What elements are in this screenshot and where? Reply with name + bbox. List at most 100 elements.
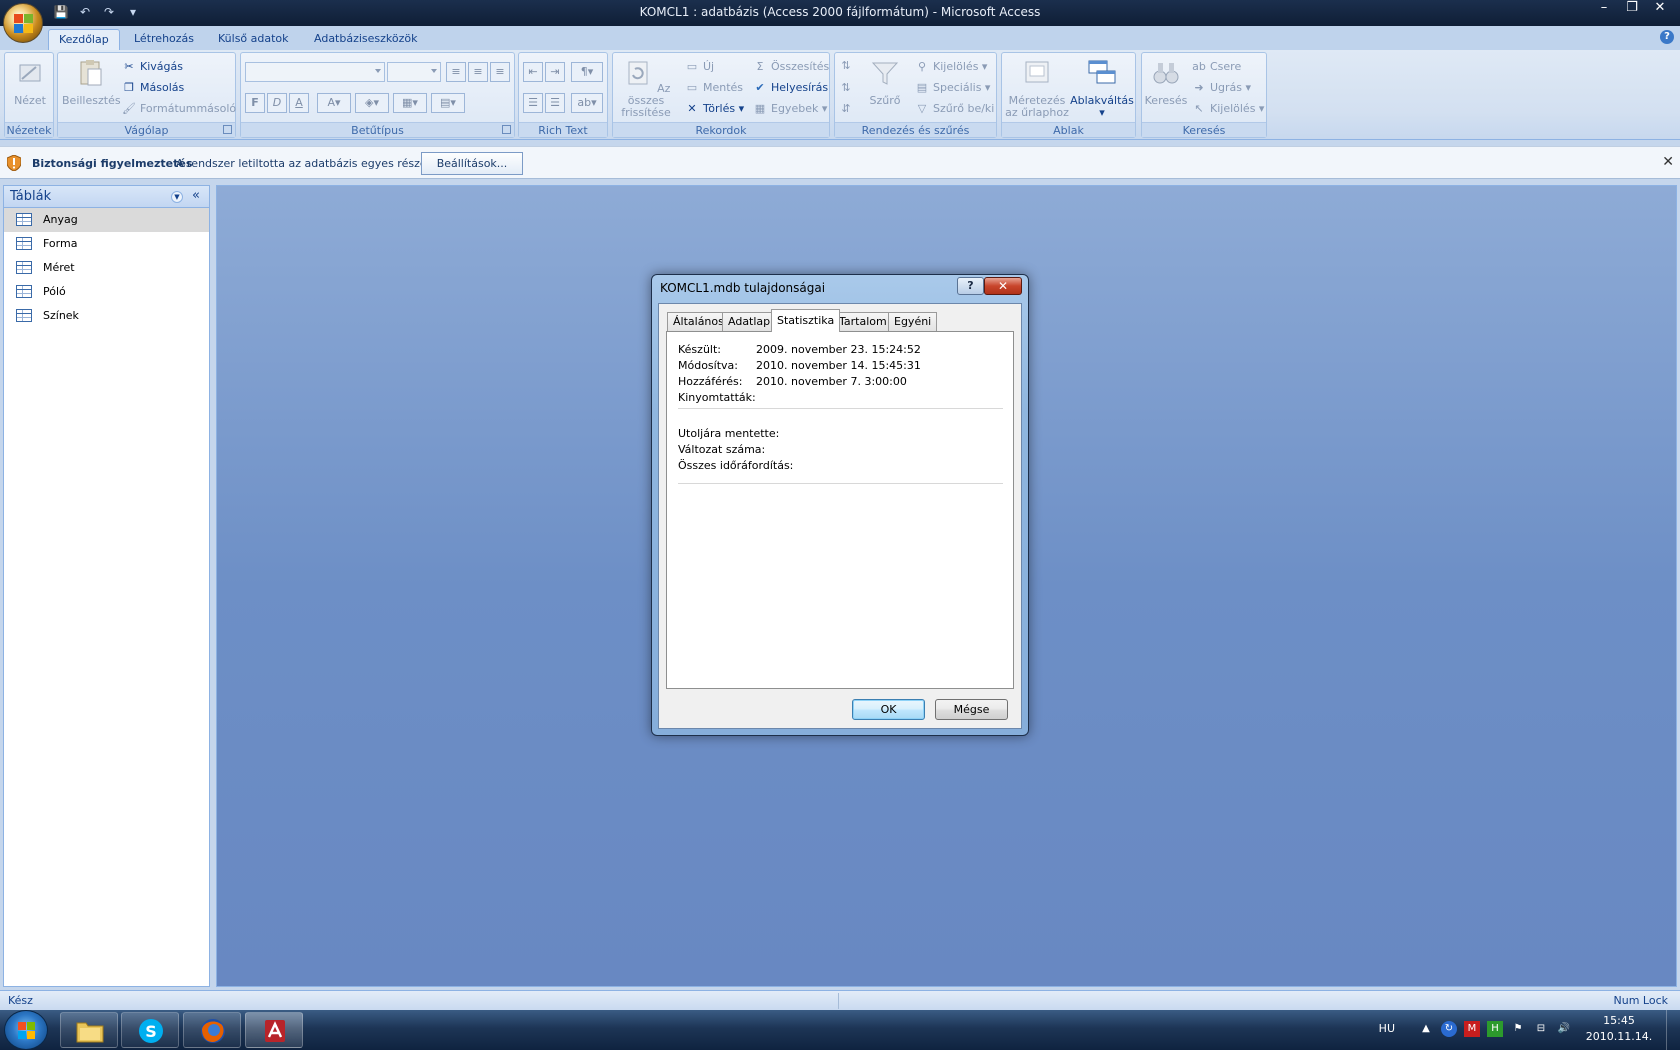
stat-row-modified: Módosítva: 2010. november 14. 15:45:31 [678, 359, 921, 372]
dialog-launcher-icon[interactable] [502, 125, 511, 134]
security-warning-title: Biztonsági figyelmeztetés [32, 157, 193, 170]
more-button[interactable]: ▦ Egyebek ▾ [753, 100, 828, 118]
replace-button[interactable]: ab Csere [1192, 58, 1241, 76]
tray-app-icon[interactable]: H [1487, 1021, 1503, 1037]
help-button[interactable]: ? [957, 277, 984, 295]
dialog-launcher-icon[interactable] [223, 125, 232, 134]
close-button[interactable]: ✕ [1646, 0, 1674, 18]
options-button[interactable]: Beállítások... [421, 152, 523, 175]
delete-button[interactable]: ✕ Törlés ▾ [685, 100, 744, 118]
cancel-button[interactable]: Mégse [935, 699, 1008, 720]
stat-row-revision: Változat száma: [678, 443, 766, 456]
ok-button[interactable]: OK [852, 699, 925, 720]
start-button[interactable] [4, 1010, 48, 1050]
undo-icon[interactable]: ↶ [76, 4, 94, 20]
action-center-flag-icon[interactable]: ⚑ [1510, 1021, 1526, 1037]
goto-button[interactable]: ➜ Ugrás ▾ [1192, 79, 1251, 97]
underline-button[interactable]: A [289, 93, 309, 113]
numbering-icon[interactable]: ☰ [523, 93, 543, 113]
language-indicator[interactable]: HU [1379, 1022, 1395, 1035]
select-button[interactable]: ↖ Kijelölés ▾ [1192, 100, 1264, 118]
selection-icon: ⚲ [917, 60, 927, 73]
font-name-combo[interactable] [245, 62, 385, 82]
tab-kulso-adatok[interactable]: Külső adatok [208, 29, 299, 50]
save-record-button[interactable]: ▭ Mentés [685, 79, 743, 97]
nav-item-polo[interactable]: Póló [4, 280, 209, 304]
clear-sort-icon[interactable]: ⇵ [839, 100, 857, 118]
close-message-bar-icon[interactable]: ✕ [1662, 154, 1674, 170]
paste-button[interactable]: Beillesztés [62, 57, 121, 107]
copy-button[interactable]: ❐ Másolás [122, 79, 184, 97]
alt-row-color-icon[interactable]: ▤▾ [431, 93, 465, 113]
format-painter-button[interactable]: 🖌 Formátummásoló [122, 100, 236, 118]
clock[interactable]: 15:45 2010.11.14. [1584, 1013, 1654, 1045]
taskbar-access[interactable] [245, 1012, 303, 1048]
paragraph-icon[interactable]: ¶▾ [571, 62, 603, 82]
highlight-icon[interactable]: ab▾ [571, 93, 603, 113]
bold-button[interactable]: F [245, 93, 265, 113]
show-desktop-button[interactable] [1666, 1010, 1680, 1050]
customize-qat-icon[interactable]: ▾ [124, 4, 142, 20]
restore-button[interactable]: ❐ [1618, 0, 1646, 18]
taskbar-skype[interactable]: S [121, 1012, 179, 1048]
advanced-button[interactable]: ▤ Speciális ▾ [915, 79, 991, 97]
show-hidden-icons-icon[interactable]: ▲ [1418, 1021, 1434, 1037]
nav-item-anyag[interactable]: Anyag [4, 208, 209, 232]
collapse-pane-icon[interactable]: « [187, 188, 205, 206]
antivirus-icon[interactable]: M [1464, 1021, 1480, 1037]
gridlines-icon[interactable]: ▦▾ [393, 93, 427, 113]
new-record-button[interactable]: ▭ Új [685, 58, 714, 76]
align-left-icon[interactable]: ≡ [446, 62, 466, 82]
nav-item-forma[interactable]: Forma [4, 232, 209, 256]
update-icon[interactable]: ↻ [1441, 1021, 1457, 1037]
dialog-close-button[interactable]: ✕ [984, 277, 1022, 295]
selection-button[interactable]: ⚲ Kijelölés ▾ [915, 58, 988, 76]
increase-indent-icon[interactable]: ⇥ [545, 62, 565, 82]
refresh-all-button[interactable]: Az összes frissítése [615, 57, 677, 119]
nav-item-szinek[interactable]: Színek [4, 304, 209, 328]
view-button[interactable]: Nézet [11, 57, 49, 107]
cut-button[interactable]: ✂ Kivágás [122, 58, 183, 76]
group-label: Rendezés és szűrés [835, 122, 996, 137]
toggle-filter-button[interactable]: ▽ Szűrő be/ki [915, 100, 995, 118]
volume-icon[interactable]: 🔊 [1556, 1021, 1572, 1037]
tab-kezdolap[interactable]: Kezdőlap [48, 29, 120, 50]
taskbar-firefox[interactable] [183, 1012, 241, 1048]
network-icon[interactable]: ⊟ [1533, 1021, 1549, 1037]
nav-item-meret[interactable]: Méret [4, 256, 209, 280]
align-right-icon[interactable]: ≡ [490, 62, 510, 82]
align-center-icon[interactable]: ≡ [468, 62, 488, 82]
help-icon[interactable]: ? [1660, 30, 1674, 44]
new-record-icon: ▭ [686, 60, 698, 73]
size-to-fit-button[interactable]: Méretezés az űrlaphoz [1004, 57, 1070, 119]
chevron-down-icon[interactable]: ▼ [171, 191, 183, 203]
tab-letrehozas[interactable]: Létrehozás [124, 29, 204, 50]
sort-desc-icon[interactable]: ⇅ [839, 79, 857, 97]
minimize-button[interactable]: – [1590, 0, 1618, 18]
decrease-indent-icon[interactable]: ⇤ [523, 62, 543, 82]
office-button[interactable] [3, 3, 43, 43]
taskbar-explorer[interactable] [60, 1012, 118, 1048]
totals-button[interactable]: Σ Összesítés [753, 58, 830, 76]
find-button[interactable]: Keresés [1144, 57, 1188, 107]
filter-button[interactable]: Szűrő [865, 57, 905, 107]
tab-statisztika[interactable]: Statisztika [771, 309, 841, 332]
tab-adatbazis-eszkozok[interactable]: Adatbázis­eszközök [304, 29, 428, 50]
sort-asc-icon[interactable]: ⇅ [839, 57, 857, 75]
bullets-icon[interactable]: ☰ [545, 93, 565, 113]
tab-tartalom[interactable]: Tartalom [833, 312, 893, 331]
font-size-combo[interactable] [387, 62, 441, 82]
tab-altalanos[interactable]: Általános [667, 312, 730, 331]
nav-pane-header[interactable]: Táblák ▼ « [4, 186, 209, 208]
redo-icon[interactable]: ↷ [100, 4, 118, 20]
fill-color-icon[interactable]: ◈▾ [355, 93, 389, 113]
switch-windows-button[interactable]: Ablakváltás ▾ [1070, 57, 1134, 119]
save-icon[interactable]: 💾 [52, 4, 70, 20]
italic-button[interactable]: D [267, 93, 287, 113]
title-bar: KOMCL1 : adatbázis (Access 2000 fájlform… [0, 0, 1680, 26]
tab-egyeni[interactable]: Egyéni [888, 312, 938, 331]
font-color-icon[interactable]: A▾ [317, 93, 351, 113]
table-icon [16, 237, 32, 250]
tab-adatlap[interactable]: Adatlap [722, 312, 777, 331]
spelling-button[interactable]: ✔ Helyesírás [753, 79, 828, 97]
